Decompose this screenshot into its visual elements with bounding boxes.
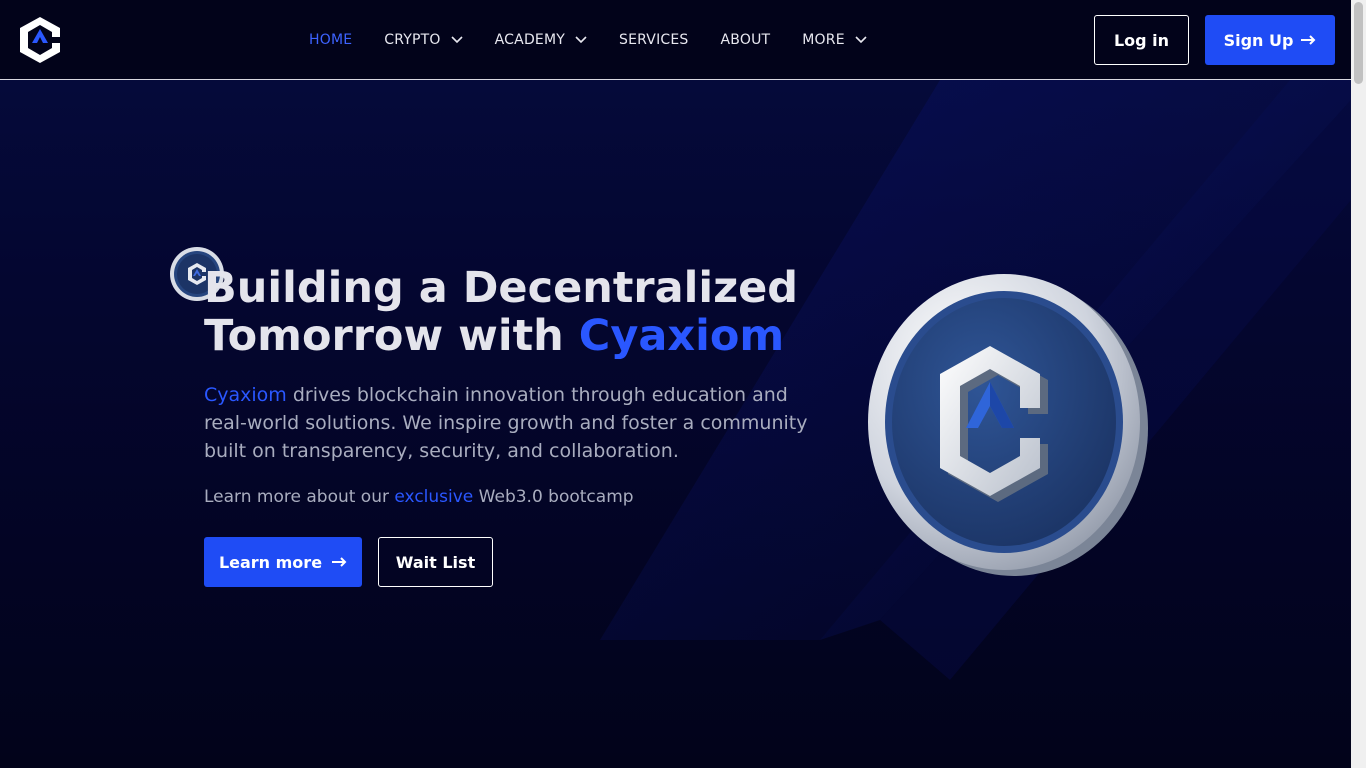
main-nav: HOME CRYPTO ACADEMY SERVICES ABOUT MORE [309, 0, 899, 80]
description-brand: Cyaxiom [204, 384, 287, 406]
headline-line-2: Tomorrow with Cyaxiom [204, 312, 844, 360]
nav-crypto-label: CRYPTO [384, 32, 441, 48]
nav-more[interactable]: MORE [802, 32, 867, 48]
page-scrollbar[interactable] [1351, 0, 1366, 768]
login-button[interactable]: Log in [1094, 15, 1189, 65]
bootcamp-exclusive-link[interactable]: exclusive [394, 487, 473, 507]
chevron-down-icon [855, 36, 867, 44]
headline-brand: Cyaxiom [578, 311, 785, 361]
page: HOME CRYPTO ACADEMY SERVICES ABOUT MORE [0, 0, 1351, 768]
headline-line-1: Building a Decentralized [204, 263, 799, 313]
nav-services-label: SERVICES [619, 32, 689, 48]
nav-home-label: HOME [309, 32, 353, 48]
nav-more-label: MORE [802, 32, 845, 48]
navbar: HOME CRYPTO ACADEMY SERVICES ABOUT MORE [0, 0, 1351, 80]
wait-list-button[interactable]: Wait List [378, 537, 493, 587]
chevron-down-icon [451, 36, 463, 44]
arrow-right-icon [332, 557, 347, 567]
login-button-label: Log in [1113, 30, 1170, 50]
scrollbar-thumb[interactable] [1354, 2, 1363, 84]
bootcamp-suffix: Web3.0 bootcamp [473, 487, 634, 507]
bootcamp-prefix: Learn more about our [204, 487, 395, 507]
nav-services[interactable]: SERVICES [619, 32, 689, 48]
nav-academy-label: ACADEMY [494, 32, 565, 48]
chevron-down-icon [575, 36, 587, 44]
headline-line-2-prefix: Tomorrow with [204, 311, 579, 361]
bootcamp-line: Learn more about our exclusive Web3.0 bo… [204, 487, 634, 507]
learn-more-button[interactable]: Learn more [204, 537, 362, 587]
nav-academy[interactable]: ACADEMY [495, 32, 587, 48]
hero-headline: Building a Decentralized Tomorrow with C… [204, 264, 844, 360]
nav-home[interactable]: HOME [309, 32, 352, 48]
arrow-right-icon [1301, 35, 1316, 45]
nav-about-label: ABOUT [720, 32, 771, 48]
cyaxiom-logo-icon[interactable] [15, 15, 65, 65]
signup-button[interactable]: Sign Up [1205, 15, 1335, 65]
wait-list-label: Wait List [395, 552, 476, 572]
learn-more-label: Learn more [218, 552, 323, 572]
nav-about[interactable]: ABOUT [721, 32, 771, 48]
description-text: drives blockchain innovation through edu… [204, 384, 808, 462]
signup-button-label: Sign Up [1223, 30, 1294, 50]
coin-icon [868, 274, 1148, 576]
nav-crypto[interactable]: CRYPTO [384, 32, 463, 48]
hero-description: Cyaxiom drives blockchain innovation thr… [204, 381, 824, 465]
